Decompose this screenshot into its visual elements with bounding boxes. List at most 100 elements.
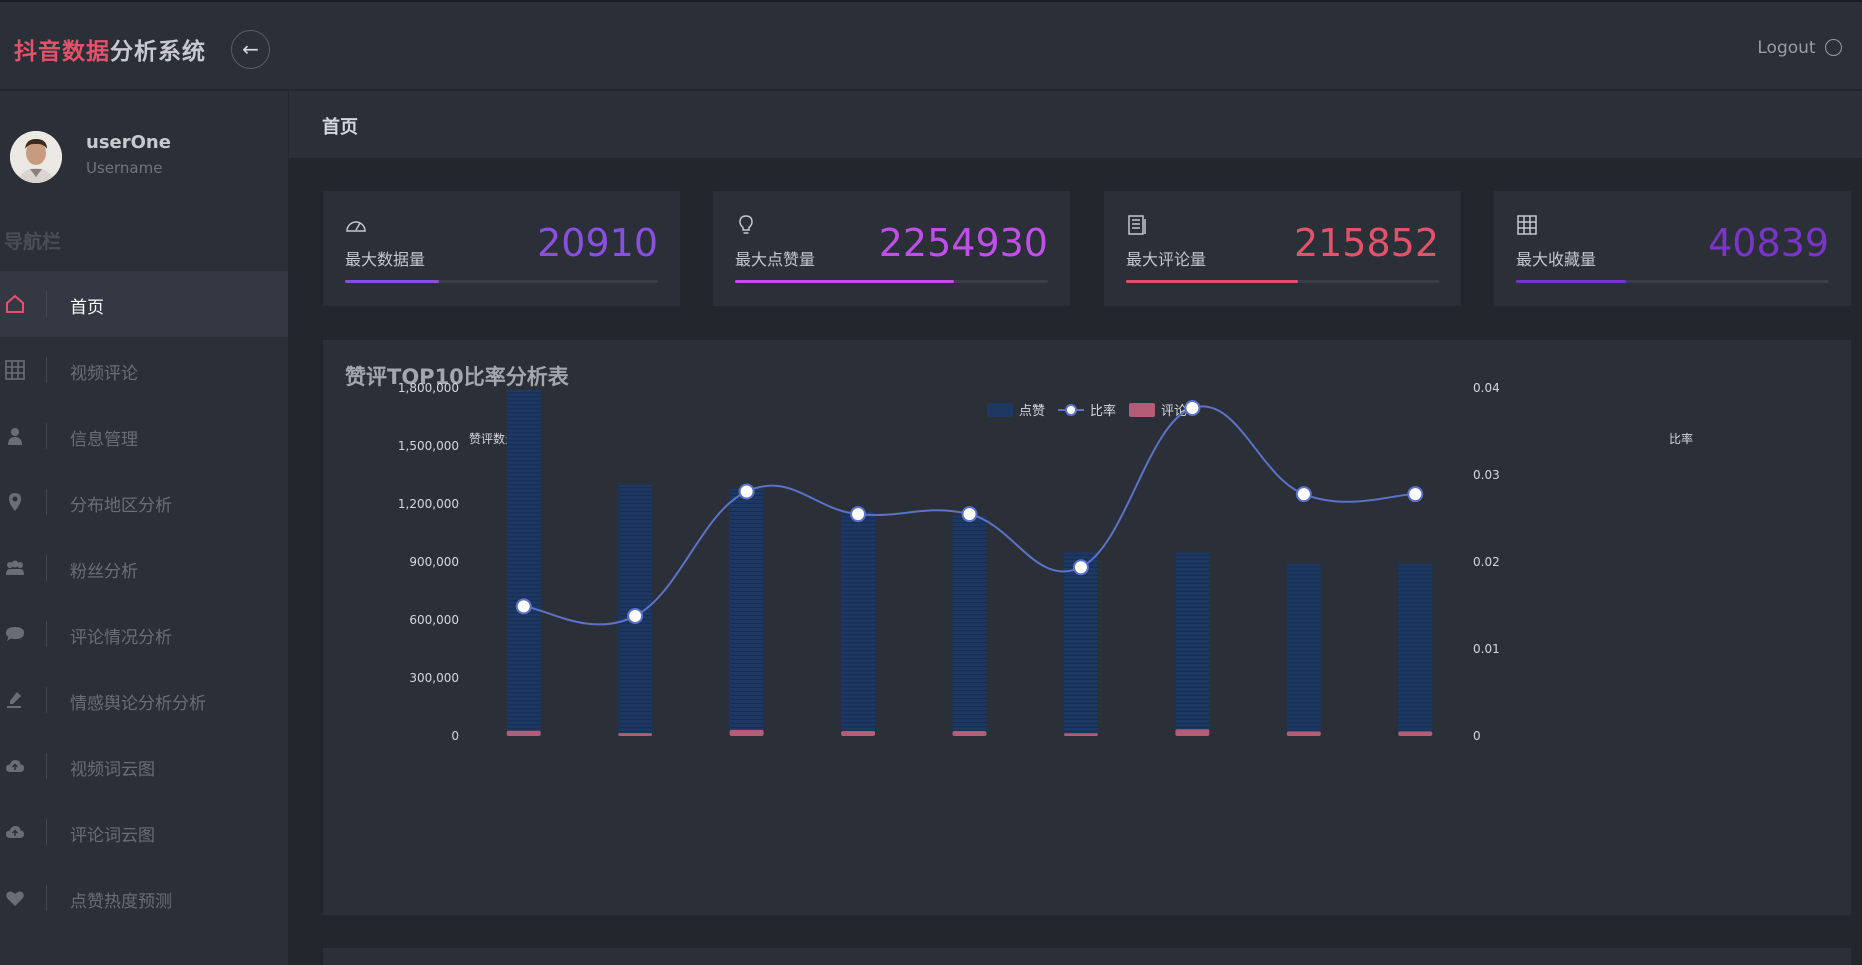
avatar[interactable] — [10, 131, 62, 183]
grid-icon — [4, 359, 26, 381]
sidebar-item-fans-analysis[interactable]: 粉丝分析 — [0, 535, 288, 601]
y-axis-left-tick-label: 600,000 — [409, 613, 459, 627]
y-axis-left-tick-label: 900,000 — [409, 555, 459, 569]
nav-title: 导航栏 — [4, 231, 62, 253]
ratio-point — [1407, 486, 1424, 503]
stat-progress-fill — [345, 280, 439, 283]
nav-menu: 首页 视频评论 信息管理 分布地区分析 粉丝分析 评论情况分析 情感舆论分析分析… — [0, 271, 288, 931]
chart-panel: 赞评TOP10比率分析表 点赞 比率 评论 赞评数量 比率 0 300,000 60… — [323, 340, 1851, 915]
bar-comments — [1398, 731, 1433, 736]
breadcrumb: 首页 — [289, 91, 1862, 158]
ratio-point — [1295, 486, 1312, 503]
y-axis-right-tick-label: 0.02 — [1473, 555, 1500, 569]
stat-label: 最大收藏量 — [1516, 250, 1597, 269]
grid-icon — [1516, 215, 1538, 235]
comment-icon — [4, 623, 26, 645]
user-role: Username — [86, 159, 163, 177]
sidebar-item-info-management[interactable]: 信息管理 — [0, 403, 288, 469]
bar-comments — [729, 729, 764, 736]
heart-icon — [4, 887, 26, 909]
sidebar-item-label: 视频评论 — [70, 364, 138, 384]
cloud-icon — [4, 755, 26, 777]
bar-comments — [618, 733, 653, 736]
ratio-point — [961, 506, 978, 523]
y-axis-left-tick-label: 1,800,000 — [398, 381, 459, 395]
app-title-part2: 分析系统 — [110, 39, 206, 65]
stat-value: 2254930 — [878, 221, 1048, 265]
y-axis-left-tick-label: 1,200,000 — [398, 497, 459, 511]
bar-likes — [1286, 563, 1321, 736]
bar-likes — [1063, 552, 1098, 736]
ratio-point — [850, 506, 867, 523]
bar-comments — [952, 730, 987, 736]
collapse-sidebar-button[interactable]: ← — [231, 30, 270, 69]
pen-icon — [4, 689, 26, 711]
map-marker-icon — [4, 491, 26, 513]
arrow-left-icon: ← — [242, 37, 259, 61]
stat-label: 最大评论量 — [1126, 250, 1207, 269]
chart-canvas: 点赞 比率 评论 赞评数量 比率 0300,000600,000900,0001… — [398, 381, 1693, 743]
stat-card-max-comments: 最大评论量 215852 — [1104, 191, 1461, 306]
bar-comments — [1286, 731, 1321, 736]
stat-progress-fill — [1126, 280, 1299, 283]
sidebar-item-label: 分布地区分析 — [70, 496, 172, 516]
y-axis-left-tick-label: 0 — [451, 729, 459, 743]
ratio-point — [1072, 559, 1089, 576]
dashboard-icon — [345, 215, 367, 235]
bar-comments — [1063, 733, 1098, 736]
ratio-point — [738, 483, 755, 500]
sidebar-item-region-analysis[interactable]: 分布地区分析 — [0, 469, 288, 535]
sidebar-item-sentiment-analysis[interactable]: 情感舆论分析分析 — [0, 667, 288, 733]
stat-label: 最大点赞量 — [735, 250, 816, 269]
y-axis-left-tick-label: 1,500,000 — [398, 439, 459, 453]
logout-label: Logout — [1757, 38, 1816, 58]
user-name: userOne — [86, 132, 171, 153]
sidebar-item-label: 信息管理 — [70, 430, 138, 450]
y-axis-right-tick-label: 0.01 — [1473, 642, 1500, 656]
sidebar-item-label: 评论情况分析 — [70, 628, 172, 648]
sidebar-item-comment-analysis[interactable]: 评论情况分析 — [0, 601, 288, 667]
bar-likes — [506, 389, 541, 736]
sidebar-item-video-wordcloud[interactable]: 视频词云图 — [0, 733, 288, 799]
page-title: 首页 — [322, 117, 358, 138]
top-bar: 抖音数据分析系统 ← Logout — [0, 0, 1862, 90]
stat-label: 最大数据量 — [345, 250, 426, 269]
lightbulb-icon — [735, 215, 757, 235]
user-icon — [4, 425, 26, 447]
home-icon — [4, 293, 26, 315]
app-title-part1: 抖音数据 — [14, 39, 110, 65]
legend-swatch-comments — [1129, 403, 1155, 417]
bar-likes — [729, 488, 764, 736]
sidebar-item-label: 情感舆论分析分析 — [70, 694, 206, 714]
stat-progress-track — [735, 280, 1048, 283]
logout-icon — [1825, 39, 1842, 56]
bar-comments — [841, 730, 876, 736]
users-icon — [4, 557, 26, 579]
stat-value: 20910 — [537, 221, 658, 265]
sidebar-item-label: 首页 — [70, 298, 104, 318]
sidebar-item-home[interactable]: 首页 — [0, 271, 288, 337]
bar-likes — [1398, 563, 1433, 736]
stat-card-max-likes: 最大点赞量 2254930 — [713, 191, 1070, 306]
y-axis-right-tick-label: 0 — [1473, 729, 1481, 743]
app-title[interactable]: 抖音数据分析系统 — [14, 32, 206, 66]
stat-progress-track — [1126, 280, 1439, 283]
document-icon — [1126, 215, 1148, 235]
sidebar-item-label: 评论词云图 — [70, 826, 155, 846]
stat-progress-track — [345, 280, 658, 283]
chart-legend[interactable]: 点赞 比率 评论 — [987, 403, 1187, 419]
legend-swatch-ratio-dot — [1065, 404, 1077, 416]
y-axis-right-tick-label: 0.04 — [1473, 381, 1500, 395]
logout-button[interactable]: Logout — [1757, 38, 1842, 58]
sidebar-item-label: 视频词云图 — [70, 760, 155, 780]
cloud-icon — [4, 821, 26, 843]
ratio-point — [1184, 400, 1201, 417]
sidebar-item-video-comments[interactable]: 视频评论 — [0, 337, 288, 403]
stat-value: 40839 — [1708, 221, 1829, 265]
sidebar-item-comment-wordcloud[interactable]: 评论词云图 — [0, 799, 288, 865]
ratio-point — [627, 607, 644, 624]
ratio-point — [515, 598, 532, 615]
bar-comments — [506, 730, 541, 736]
sidebar-item-like-prediction[interactable]: 点赞热度预测 — [0, 865, 288, 931]
sidebar-item-label: 点赞热度预测 — [70, 892, 172, 912]
